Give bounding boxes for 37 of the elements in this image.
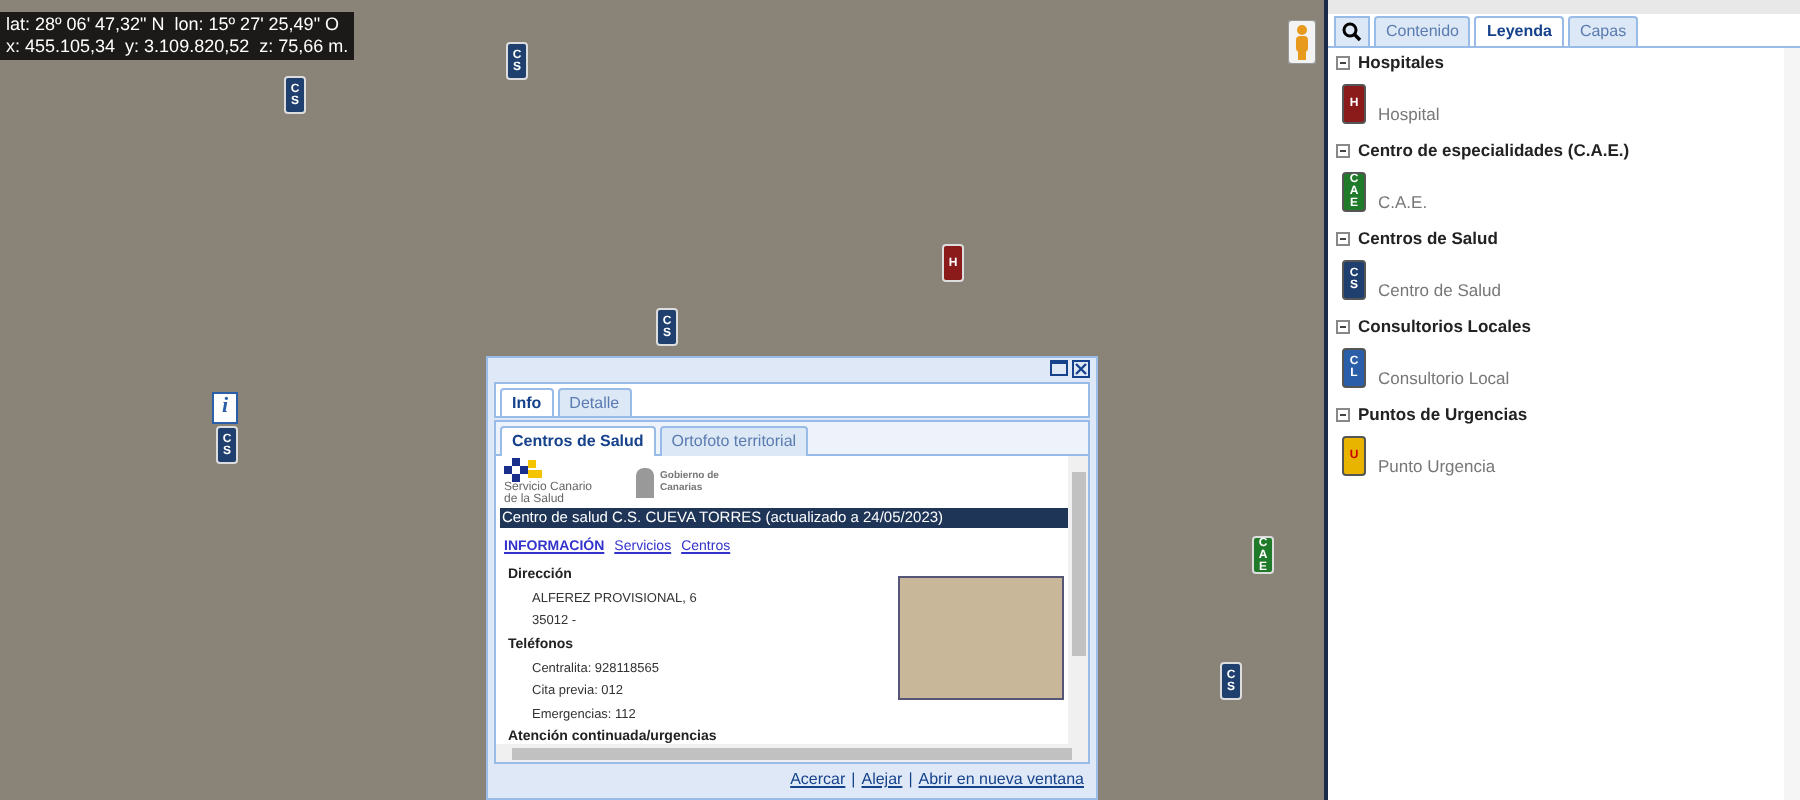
legend-item-label: Hospital [1378, 102, 1440, 128]
vertical-scrollbar[interactable] [1068, 456, 1088, 744]
legend-group-title: Centro de especialidades (C.A.E.) [1358, 138, 1630, 164]
search-icon[interactable] [1334, 16, 1370, 46]
tab[interactable]: Capas [1567, 16, 1639, 46]
popup-link[interactable]: Abrir en nueva ventana [918, 770, 1084, 790]
maximize-icon[interactable] [1050, 360, 1068, 376]
tab[interactable]: Contenido [1374, 16, 1471, 46]
legend-item-label: C.A.E. [1378, 190, 1428, 216]
legend-item-label: Punto Urgencia [1378, 454, 1496, 480]
tab[interactable]: Leyenda [1474, 16, 1564, 46]
legend-item-label: Centro de Salud [1378, 278, 1501, 304]
coordinates-display: lat: 28º 06' 47,32" N lon: 15º 27' 25,49" O x: 455.105,34 y: 3.109.820,52 z: 75,66 m. [0, 12, 355, 60]
popup-link[interactable]: Acercar [790, 770, 846, 790]
popup-link[interactable]: Alejar [861, 770, 903, 790]
tab[interactable]: Info [500, 388, 554, 416]
coat-of-arms-icon [636, 467, 654, 497]
collapse-toggle-icon[interactable] [1336, 232, 1350, 246]
tab[interactable]: Ortofoto territorial [659, 426, 809, 456]
collapse-toggle-icon[interactable] [1336, 408, 1350, 422]
pegman-icon[interactable] [1288, 20, 1316, 64]
legend-group-title: Centros de Salud [1358, 226, 1498, 252]
collapse-toggle-icon[interactable] [1336, 320, 1350, 334]
horizontal-scrollbar[interactable] [496, 744, 1088, 762]
aerial-map-photo[interactable] [0, 0, 1324, 800]
tab[interactable]: Centros de Salud [500, 426, 656, 456]
close-icon[interactable] [1072, 360, 1090, 378]
info-marker[interactable]: i [212, 392, 238, 424]
legend-group-title: Consultorios Locales [1358, 314, 1531, 340]
health-service-logo-icon [504, 458, 542, 482]
legend-item-label: Consultorio Local [1378, 366, 1510, 392]
link-separator: | [908, 770, 913, 790]
collapse-toggle-icon[interactable] [1336, 144, 1350, 158]
legend-group-title: Hospitales [1358, 50, 1444, 76]
legend-group-title: Puntos de Urgencias [1358, 402, 1528, 428]
link-separator: | [851, 770, 856, 790]
collapse-toggle-icon[interactable] [1336, 56, 1350, 70]
